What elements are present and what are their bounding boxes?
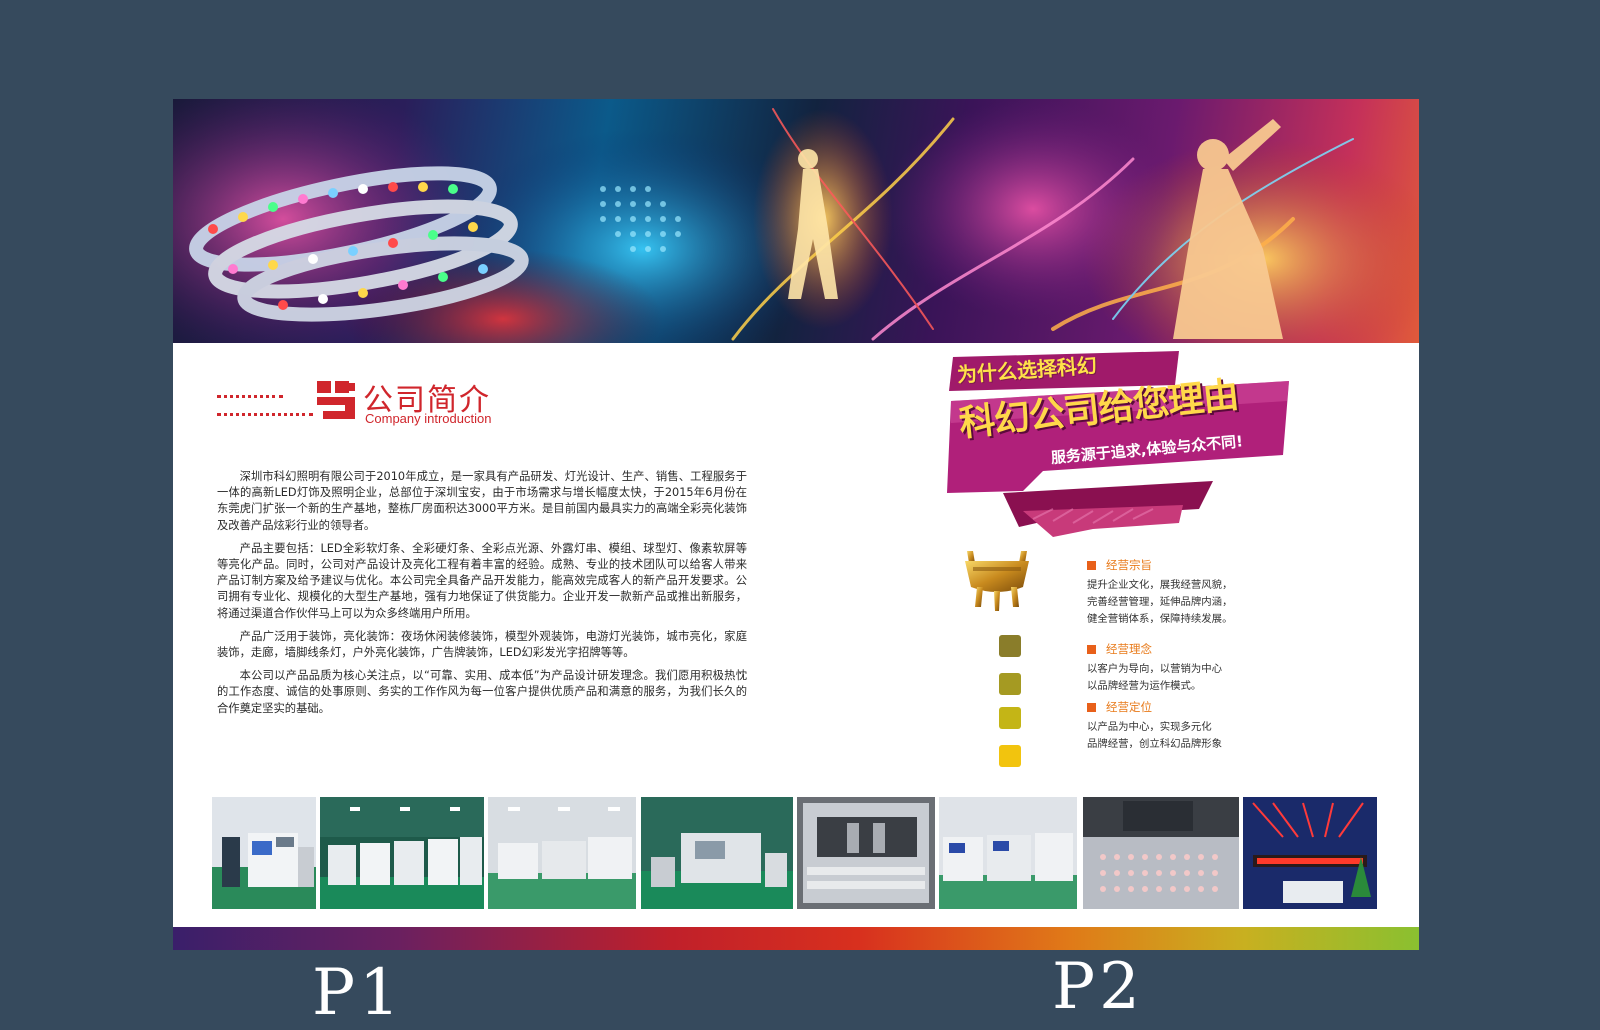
page-label-p2: P2 bbox=[1052, 950, 1144, 1024]
company-logo-icon bbox=[317, 381, 355, 419]
business-purpose-title: 经营宗旨 bbox=[1087, 557, 1287, 573]
banner-artwork bbox=[173, 99, 1419, 343]
factory-photo bbox=[320, 797, 484, 909]
factory-photo bbox=[641, 797, 793, 909]
intro-paragraph: 产品主要包括：LED全彩软灯条、全彩硬灯条、全彩点光源、外露灯串、模组、球型灯、… bbox=[217, 541, 747, 620]
color-square-decoration bbox=[999, 635, 1023, 775]
intro-paragraph: 产品广泛用于装饰，亮化装饰：夜场休闲装修装饰，模型外观装饰，电游灯光装饰，城市亮… bbox=[217, 629, 747, 660]
brochure-spread: 公司简介 Company introduction 深圳市科幻照明有限公司于20… bbox=[173, 99, 1419, 950]
decorative-square bbox=[999, 673, 1021, 695]
business-purpose: 经营宗旨 提升企业文化，展我经营风貌， 完善经营管理，延伸品牌内涵， 健全营销体… bbox=[1087, 557, 1287, 628]
business-purpose-text: 提升企业文化，展我经营风貌， 完善经营管理，延伸品牌内涵， 健全营销体系，保障持… bbox=[1087, 579, 1233, 625]
page-label-p1: P1 bbox=[312, 956, 404, 1030]
business-concept: 经营理念 以客户为导向，以营销为中心 以品牌经营为运作模式。 bbox=[1087, 641, 1287, 695]
square-bullet-icon bbox=[1087, 645, 1096, 654]
factory-photo bbox=[1083, 797, 1239, 909]
business-concept-title: 经营理念 bbox=[1087, 641, 1287, 657]
dotted-line-decoration bbox=[217, 395, 283, 398]
factory-photo bbox=[212, 797, 316, 909]
business-concept-text: 以客户为导向，以营销为中心 以品牌经营为运作模式。 bbox=[1087, 663, 1223, 692]
section-subtitle: Company introduction bbox=[365, 411, 492, 426]
intro-paragraph: 本公司以产品品质为核心关注点，以“可靠、实用、成本低”为产品设计研发理念。我们愿… bbox=[217, 669, 747, 715]
business-positioning: 经营定位 以产品为中心，实现多元化 品牌经营，创立科幻品牌形象 bbox=[1087, 699, 1287, 753]
decorative-square bbox=[999, 707, 1021, 729]
factory-photo bbox=[797, 797, 935, 909]
decorative-square bbox=[999, 745, 1021, 767]
square-bullet-icon bbox=[1087, 703, 1096, 712]
banner-image bbox=[173, 99, 1419, 343]
square-bullet-icon bbox=[1087, 561, 1096, 570]
factory-photo bbox=[488, 797, 636, 909]
business-positioning-title: 经营定位 bbox=[1087, 699, 1287, 715]
rainbow-footer-strip bbox=[173, 927, 1419, 950]
decorative-square bbox=[999, 635, 1021, 657]
company-introduction-text: 深圳市科幻照明有限公司于2010年成立，是一家具有产品研发、灯光设计、生产、销售… bbox=[217, 469, 747, 724]
dotted-line-decoration bbox=[217, 413, 313, 416]
business-positioning-text: 以产品为中心，实现多元化 品牌经营，创立科幻品牌形象 bbox=[1087, 721, 1223, 750]
factory-photo bbox=[1243, 797, 1377, 909]
why-choose-promo: 为什么选择科幻 科幻公司给您理由 服务源于追求,体验与众不同! bbox=[943, 351, 1303, 551]
section-heading: 公司简介 Company introduction bbox=[217, 375, 537, 427]
intro-paragraph: 深圳市科幻照明有限公司于2010年成立，是一家具有产品研发、灯光设计、生产、销售… bbox=[217, 470, 747, 532]
bronze-tripod-image bbox=[965, 551, 1029, 611]
factory-photo bbox=[939, 797, 1077, 909]
